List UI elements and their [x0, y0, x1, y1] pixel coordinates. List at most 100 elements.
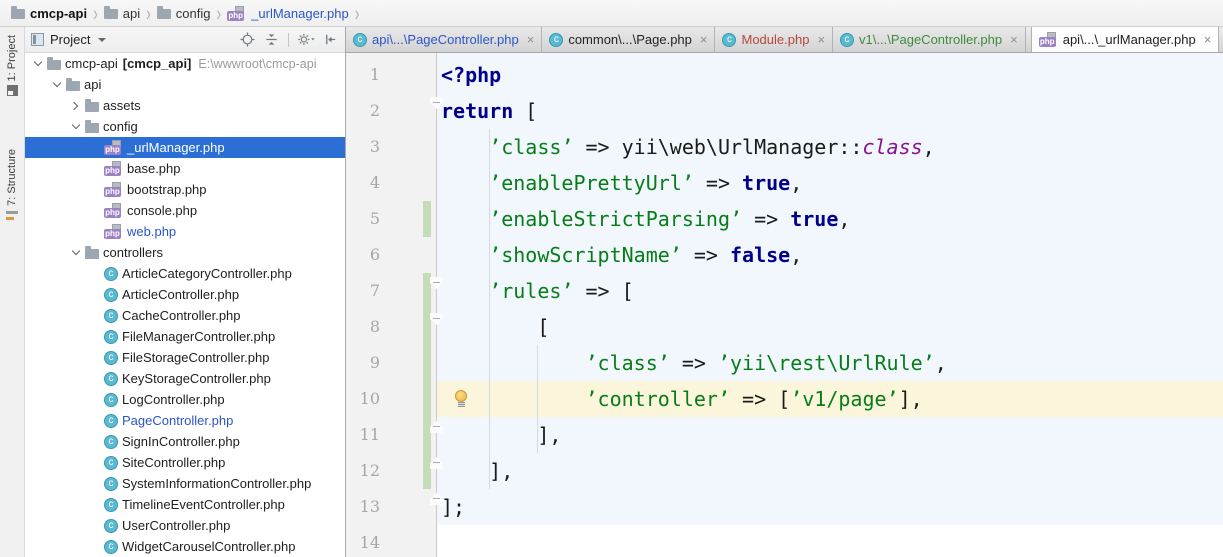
- editor-tab[interactable]: c v1\...\PageController.php ×: [833, 27, 1026, 52]
- settings-button[interactable]: [297, 31, 315, 49]
- hide-panel-button[interactable]: [321, 31, 339, 49]
- editor-tab[interactable]: c Module.php ×: [715, 27, 834, 52]
- tree-label: console.php: [127, 203, 198, 218]
- project-view-icon: [31, 33, 44, 46]
- breadcrumb: cmcp-api › api › config › php _urlManager.php ›: [0, 0, 1223, 27]
- code-line[interactable]: ],: [441, 417, 1223, 453]
- tree-item-icon-wrap: c: [104, 371, 118, 386]
- tree-label: ArticleCategoryController.php: [122, 266, 292, 281]
- php-badge: php: [104, 208, 121, 218]
- code-line[interactable]: ’controller’ => [’v1/page’],: [441, 381, 1223, 417]
- chevron-down-icon[interactable]: [98, 37, 107, 42]
- breadcrumb-item[interactable]: php _urlManager.php: [223, 2, 353, 24]
- tree-row[interactable]: c ArticleController.php: [25, 284, 345, 305]
- code-line[interactable]: ’enablePrettyUrl’ => true,: [441, 165, 1223, 201]
- tree-row[interactable]: cmcp-api [cmcp_api] E:\wwwroot\cmcp-api: [25, 53, 345, 74]
- collapse-all-icon: [265, 34, 277, 45]
- tree-row[interactable]: c WidgetCarouselController.php: [25, 536, 345, 557]
- php-file-icon: php: [104, 182, 123, 197]
- code-line[interactable]: ’class’ => yii\web\UrlManager::class,: [441, 129, 1223, 165]
- intention-bulb-icon[interactable]: [455, 390, 468, 408]
- chevron-down-icon[interactable]: [69, 246, 83, 260]
- tree-row[interactable]: c KeyStorageController.php: [25, 368, 345, 389]
- code-area[interactable]: <?php return [ ’class’ => yii\web\UrlMana…: [437, 53, 1223, 557]
- chevron-down-icon[interactable]: [50, 78, 64, 92]
- code-line[interactable]: [: [441, 309, 1223, 345]
- code-line[interactable]: ’class’ => ’yii\rest\UrlRule’,: [441, 345, 1223, 381]
- tree-row[interactable]: c LogController.php: [25, 389, 345, 410]
- code-line[interactable]: ’rules’ => [: [441, 273, 1223, 309]
- locate-file-button[interactable]: [238, 31, 256, 49]
- tree-row[interactable]: c SignInController.php: [25, 431, 345, 452]
- editor-tab[interactable]: c common\...\Page.php ×: [542, 27, 716, 52]
- tree-item-icon-wrap: c: [104, 266, 118, 281]
- tree-label: ArticleController.php: [122, 287, 240, 302]
- line-number: 3: [369, 137, 380, 156]
- breadcrumb-label: _urlManager.php: [251, 5, 349, 21]
- editor-tab[interactable]: php api\...\_urlManager.php ×: [1030, 27, 1220, 52]
- tree-row[interactable]: controllers: [25, 242, 345, 263]
- tree-row[interactable]: c UserController.php: [25, 515, 345, 536]
- tree-item-icon-wrap: c: [104, 518, 118, 533]
- code-line[interactable]: [441, 525, 1223, 557]
- breadcrumb-item[interactable]: cmcp-api: [7, 2, 91, 24]
- tree-row[interactable]: api: [25, 74, 345, 95]
- class-file-icon: c: [104, 392, 118, 407]
- class-file-icon: c: [104, 350, 118, 365]
- tree-label: controllers: [103, 245, 163, 260]
- breadcrumb-item[interactable]: api: [100, 2, 144, 24]
- tree-label: _urlManager.php: [127, 140, 225, 155]
- editor-tab[interactable]: c api\...\PageController.php ×: [346, 27, 543, 52]
- close-icon[interactable]: ×: [1010, 33, 1018, 46]
- class-file-icon: c: [353, 32, 367, 47]
- tree-label: UserController.php: [122, 518, 231, 533]
- tree-row[interactable]: php base.php: [25, 158, 345, 179]
- tree-item-icon-wrap: c: [104, 392, 118, 407]
- breadcrumb-label: api: [122, 5, 141, 21]
- line-number: 2: [369, 101, 380, 120]
- collapse-all-button[interactable]: [262, 31, 280, 49]
- tree-row[interactable]: php console.php: [25, 200, 345, 221]
- folder-icon: [85, 119, 99, 133]
- code-line[interactable]: ’showScriptName’ => false,: [441, 237, 1223, 273]
- code-line[interactable]: ];: [441, 489, 1223, 525]
- folder-icon: [85, 245, 99, 259]
- tree-row[interactable]: php web.php: [25, 221, 345, 242]
- close-icon[interactable]: ×: [1204, 33, 1212, 46]
- tree-row[interactable]: c CacheController.php: [25, 305, 345, 326]
- tree-item-icon-wrap: c: [104, 476, 118, 491]
- tree-row[interactable]: c ArticleCategoryController.php: [25, 263, 345, 284]
- tree-row[interactable]: c SystemInformationController.php: [25, 473, 345, 494]
- line-number: 7: [369, 281, 380, 300]
- class-file-icon: c: [104, 539, 118, 554]
- tree-row[interactable]: php bootstrap.php: [25, 179, 345, 200]
- tree-row[interactable]: config: [25, 116, 345, 137]
- close-icon[interactable]: ×: [817, 33, 825, 46]
- code-line[interactable]: ],: [441, 453, 1223, 489]
- tool-window-button-project[interactable]: 1: Project: [0, 35, 24, 97]
- tree-item-icon-wrap: c: [104, 308, 118, 323]
- tool-window-button-structure[interactable]: 7: Structure: [0, 149, 24, 222]
- php-badge: php: [104, 145, 121, 155]
- chevron-right-icon[interactable]: [69, 99, 83, 113]
- chevron-down-icon[interactable]: [69, 120, 83, 134]
- bulb-base: [458, 402, 465, 407]
- line-number: 1: [369, 65, 380, 84]
- code-line[interactable]: <?php: [441, 57, 1223, 93]
- close-icon[interactable]: ×: [527, 33, 535, 46]
- chevron-down-icon[interactable]: [31, 57, 45, 71]
- breadcrumb-item[interactable]: config: [153, 2, 215, 24]
- tree-row[interactable]: c FileStorageController.php: [25, 347, 345, 368]
- tree-row[interactable]: c PageController.php: [25, 410, 345, 431]
- tree-row[interactable]: assets: [25, 95, 345, 116]
- tree-row[interactable]: c FileManagerController.php: [25, 326, 345, 347]
- code-line[interactable]: ’enableStrictParsing’ => true,: [441, 201, 1223, 237]
- tree-row[interactable]: c TimelineEventController.php: [25, 494, 345, 515]
- code-line[interactable]: return [: [441, 93, 1223, 129]
- tree-label: bootstrap.php: [127, 182, 207, 197]
- close-icon[interactable]: ×: [700, 33, 708, 46]
- tree-row[interactable]: c SiteController.php: [25, 452, 345, 473]
- tree-row[interactable]: php _urlManager.php: [25, 137, 345, 158]
